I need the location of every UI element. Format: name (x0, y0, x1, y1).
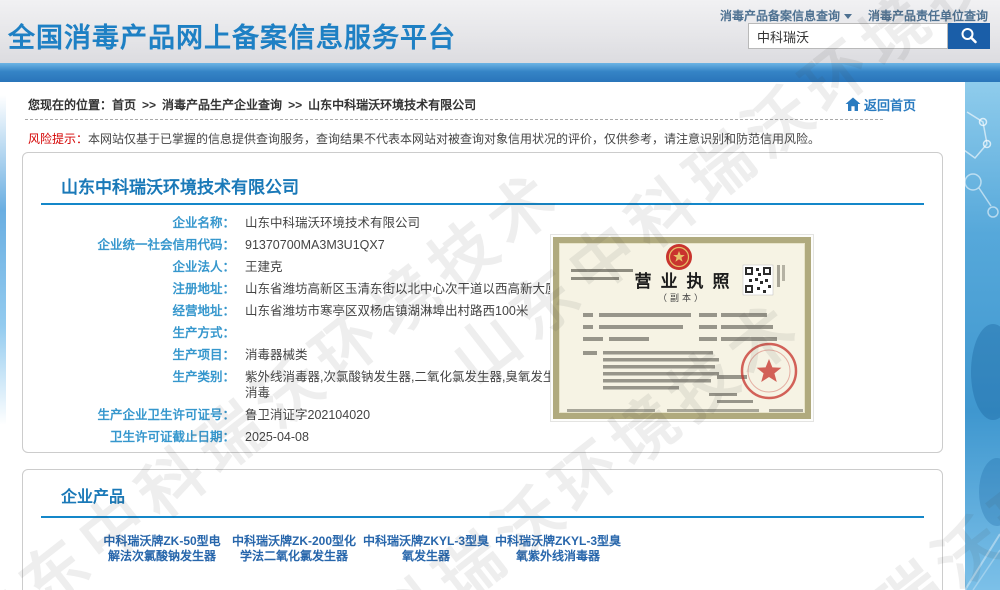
top-nav: 消毒产品备案信息查询 消毒产品责任单位查询 (720, 7, 988, 24)
breadcrumb-prefix: 您现在的位置： (28, 98, 112, 112)
header-divider-bar (0, 63, 1000, 82)
red-seal (742, 344, 796, 398)
site-title: 全国消毒产品网上备案信息服务平台 (8, 16, 456, 55)
nav-link-record-info-query[interactable]: 消毒产品备案信息查询 (720, 7, 852, 24)
business-license-image: 营业执照 （副本） (551, 235, 813, 421)
field-label: 企业统一社会信用代码： (23, 237, 235, 253)
search-button[interactable] (948, 23, 990, 49)
site-header: 全国消毒产品网上备案信息服务平台 消毒产品备案信息查询 消毒产品责任单位查询 (0, 0, 1000, 63)
company-products-panel: 企业产品 中科瑞沃牌ZK-50型电解法次氯酸钠发生器 中科瑞沃牌ZK-200型化… (22, 469, 943, 590)
risk-notice-label: 风险提示： (28, 132, 88, 146)
product-link[interactable]: 中科瑞沃牌ZKYL-3型臭氧紫外线消毒器 (495, 534, 621, 564)
home-icon (845, 97, 861, 112)
field-value: 消毒器械类 (245, 347, 308, 363)
field-row: 企业名称： 山东中科瑞沃环境技术有限公司 (23, 215, 942, 231)
field-row: 卫生许可证截止日期： 2025-04-08 (23, 429, 942, 445)
company-info-panel: 山东中科瑞沃环境技术有限公司 企业名称： 山东中科瑞沃环境技术有限公司 企业统一… (22, 152, 943, 453)
title-underline (41, 203, 924, 205)
field-value: 91370700MA3M3U1QX7 (245, 237, 385, 253)
search-icon (960, 27, 978, 45)
field-label: 注册地址： (23, 281, 235, 297)
nav-link-responsible-unit-query[interactable]: 消毒产品责任单位查询 (868, 7, 988, 24)
breadcrumb: 您现在的位置：首页 >> 消毒产品生产企业查询 >> 山东中科瑞沃环境技术有限公司 (28, 96, 476, 113)
back-home-label: 返回首页 (864, 95, 916, 114)
field-label: 卫生许可证截止日期： (23, 429, 235, 445)
molecule-art (965, 82, 1000, 590)
field-label: 企业法人： (23, 259, 235, 275)
risk-notice: 风险提示：本网站仅基于已掌握的信息提供查询服务，查询结果不代表本网站对被查询对象… (28, 130, 948, 147)
title-underline (41, 516, 924, 518)
back-home-link[interactable]: 返回首页 (845, 95, 916, 114)
product-link[interactable]: 中科瑞沃牌ZK-50型电解法次氯酸钠发生器 (99, 534, 225, 564)
nav-link-responsible-unit-query-label: 消毒产品责任单位查询 (868, 9, 988, 23)
risk-notice-text: 本网站仅基于已掌握的信息提供查询服务，查询结果不代表本网站对被查询对象信用状况的… (88, 132, 820, 146)
field-label: 生产类别： (23, 369, 235, 401)
chevron-down-icon (844, 14, 852, 19)
license-certificate: 营业执照 （副本） (553, 237, 811, 419)
nav-link-record-info-query-label: 消毒产品备案信息查询 (720, 9, 840, 23)
search-input[interactable] (748, 23, 948, 49)
license-subtitle: （副本） (559, 291, 805, 304)
field-label: 生产企业卫生许可证号： (23, 407, 235, 423)
field-label: 经营地址： (23, 303, 235, 319)
field-value: 山东省潍坊高新区玉清东街以北中心次干道以西高新大厦502房间 (245, 281, 603, 297)
products-title: 企业产品 (61, 483, 125, 507)
field-label: 生产项目： (23, 347, 235, 363)
field-value: 山东中科瑞沃环境技术有限公司 (245, 215, 420, 231)
chemistry-decoration (965, 82, 1000, 590)
breadcrumb-home-link[interactable]: 首页 (112, 98, 136, 112)
product-link[interactable]: 中科瑞沃牌ZK-200型化学法二氧化氯发生器 (231, 534, 357, 564)
license-title: 营业执照 (559, 267, 805, 292)
field-label: 生产方式： (23, 325, 235, 341)
company-title: 山东中科瑞沃环境技术有限公司 (61, 173, 299, 198)
field-label: 企业名称： (23, 215, 235, 231)
search-bar (748, 23, 990, 49)
breadcrumb-current-page: 山东中科瑞沃环境技术有限公司 (308, 98, 476, 112)
product-list: 中科瑞沃牌ZK-50型电解法次氯酸钠发生器 中科瑞沃牌ZK-200型化学法二氧化… (99, 534, 621, 564)
product-link[interactable]: 中科瑞沃牌ZKYL-3型臭氧发生器 (363, 534, 489, 564)
breadcrumb-separator: >> (142, 98, 156, 112)
field-value: 王建克 (245, 259, 283, 275)
page: 全国消毒产品网上备案信息服务平台 消毒产品备案信息查询 消毒产品责任单位查询 (0, 0, 1000, 590)
breadcrumb-enterprise-query-link[interactable]: 消毒产品生产企业查询 (162, 98, 282, 112)
dashed-divider (25, 119, 883, 120)
field-value: 鲁卫消证字202104020 (245, 407, 370, 423)
left-edge-decoration (0, 95, 6, 425)
field-value: 山东省潍坊市寒亭区双杨店镇湖淋埠出村路西100米 (245, 303, 528, 319)
breadcrumb-separator: >> (288, 98, 302, 112)
field-value: 2025-04-08 (245, 429, 309, 445)
